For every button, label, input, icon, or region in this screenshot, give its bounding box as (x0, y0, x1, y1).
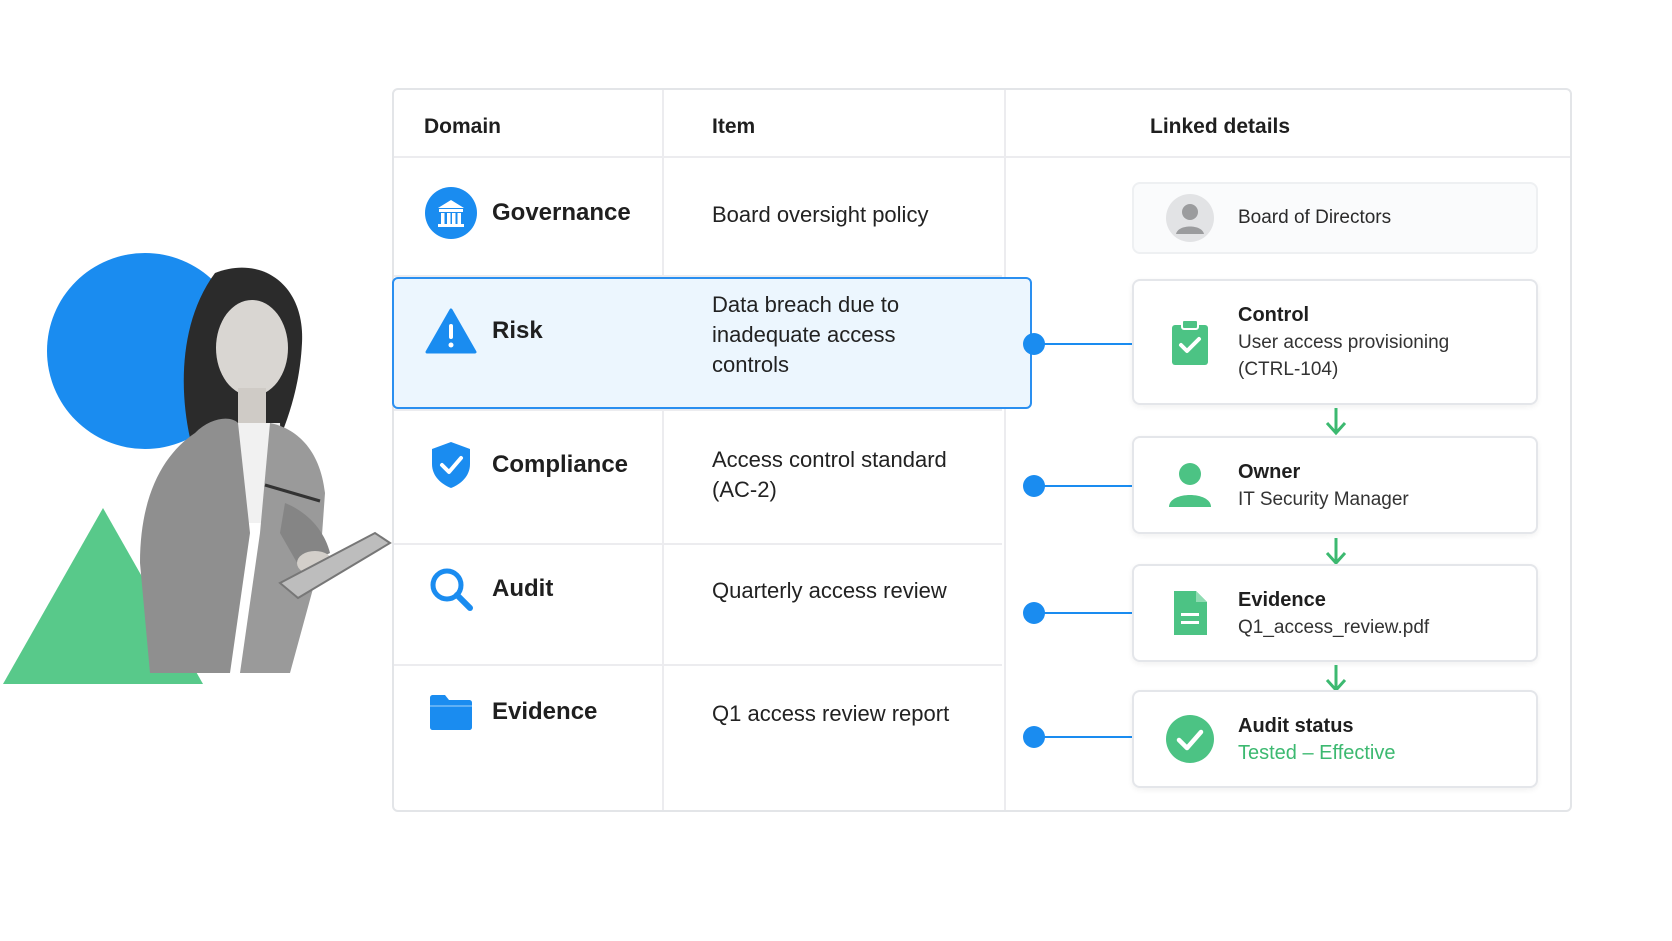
detail-card-audit-status[interactable]: Audit status Tested – Effective (1132, 690, 1538, 788)
item-governance: Board oversight policy (712, 202, 929, 227)
connector-line-evidence (1034, 736, 1132, 738)
column-header-item: Item (712, 115, 756, 138)
domain-label-governance: Governance (492, 199, 631, 226)
check-circle-icon (1162, 711, 1218, 767)
item-audit: Quarterly access review (712, 578, 947, 603)
detail-card-control[interactable]: Control User access provisioning (CTRL-1… (1132, 279, 1538, 405)
item-compliance: Access control standard (AC-2) (712, 447, 947, 502)
person-with-tablet-illustration (140, 267, 392, 673)
down-arrow-icon (1325, 665, 1347, 693)
owner-role: IT Security Manager (1238, 488, 1409, 510)
bank-icon (424, 186, 478, 240)
decorative-illustration (0, 0, 420, 941)
connector-line-compliance (1034, 485, 1132, 487)
domain-cell-evidence[interactable]: Evidence (424, 685, 597, 739)
down-arrow-icon (1325, 408, 1347, 436)
connector-dot-evidence (1023, 726, 1045, 748)
column-divider (662, 90, 664, 810)
connector-line-audit (1034, 612, 1132, 614)
avatar-icon (1162, 190, 1218, 246)
evidence-title: Evidence (1238, 588, 1326, 611)
detail-card-board[interactable]: Board of Directors (1132, 182, 1538, 254)
column-header-domain: Domain (424, 115, 502, 138)
column-divider (1004, 90, 1006, 810)
domain-cell-risk[interactable]: Risk (424, 304, 543, 358)
warning-icon (424, 304, 478, 358)
governance-linkage-table: Domain Item Linked details Governance Bo… (392, 88, 1572, 812)
connector-line-risk (1034, 343, 1132, 345)
domain-label-risk: Risk (492, 317, 543, 344)
domain-label-compliance: Compliance (492, 451, 629, 478)
row-divider (394, 543, 1002, 545)
document-icon (1162, 585, 1218, 641)
detail-card-owner[interactable]: Owner IT Security Manager (1132, 436, 1538, 534)
connector-dot-risk (1023, 333, 1045, 355)
control-description: User access provisioning (CTRL-104) (1238, 332, 1450, 380)
item-risk: Data breach due to inadequate access con… (712, 292, 900, 377)
audit-status-title: Audit status (1238, 714, 1354, 737)
header-divider (394, 156, 1570, 158)
down-arrow-icon (1325, 538, 1347, 566)
domain-label-audit: Audit (492, 575, 554, 602)
item-evidence: Q1 access review report (712, 701, 950, 726)
shield-check-icon (424, 438, 478, 492)
folder-icon (424, 685, 478, 739)
owner-title: Owner (1238, 460, 1301, 483)
search-icon (424, 562, 478, 616)
connector-dot-compliance (1023, 475, 1045, 497)
row-divider (394, 409, 1002, 411)
board-label: Board of Directors (1238, 207, 1392, 228)
detail-card-evidence[interactable]: Evidence Q1_access_review.pdf (1132, 564, 1538, 662)
control-title: Control (1238, 304, 1310, 326)
evidence-filename[interactable]: Q1_access_review.pdf (1238, 614, 1429, 641)
domain-cell-audit[interactable]: Audit (424, 562, 553, 616)
connector-dot-audit (1023, 602, 1045, 624)
domain-cell-governance[interactable]: Governance (424, 186, 631, 240)
domain-cell-compliance[interactable]: Compliance (424, 438, 628, 492)
column-header-linked-details: Linked details (1150, 115, 1291, 138)
clipboard-check-icon (1162, 314, 1218, 370)
row-divider (394, 664, 1002, 666)
audit-status-value: Tested – Effective (1238, 741, 1396, 764)
domain-label-evidence: Evidence (492, 698, 598, 725)
person-icon (1162, 457, 1218, 513)
